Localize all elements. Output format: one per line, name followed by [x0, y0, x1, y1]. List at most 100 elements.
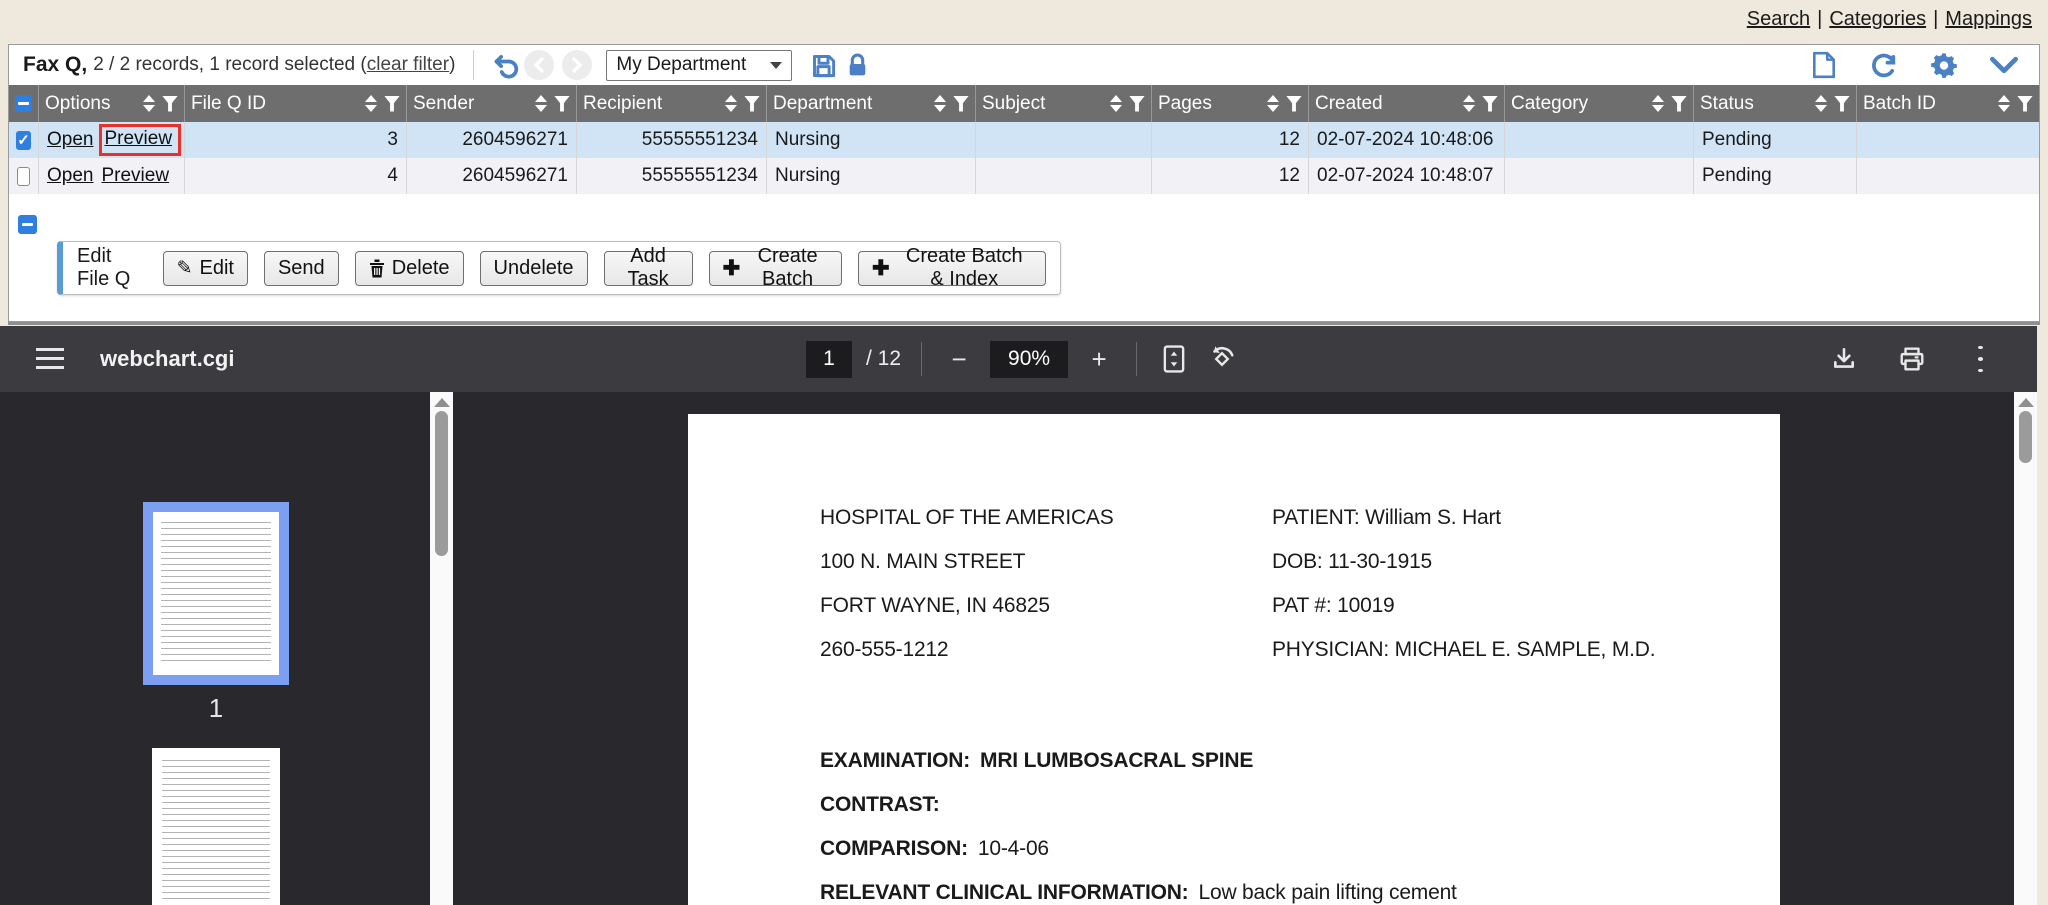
- page-thumbnail-1-selected[interactable]: [143, 502, 289, 685]
- scrollbar-thumb[interactable]: [435, 411, 448, 556]
- filter-funnel-icon[interactable]: [1671, 96, 1687, 112]
- send-button[interactable]: Send: [264, 251, 339, 286]
- filter-funnel-icon[interactable]: [554, 96, 570, 112]
- pdf-title: webchart.cgi: [100, 326, 234, 392]
- button-label: Delete: [392, 257, 450, 280]
- page-number-input[interactable]: 1: [806, 341, 852, 378]
- footer-select-all-checkbox[interactable]: [18, 215, 37, 234]
- column-header-pages[interactable]: Pages: [1152, 85, 1309, 122]
- row-checkbox[interactable]: ✓: [16, 131, 31, 150]
- preview-link[interactable]: Preview: [104, 128, 172, 149]
- sort-icon[interactable]: [365, 95, 377, 112]
- lock-icon[interactable]: [840, 48, 874, 82]
- sort-icon[interactable]: [1110, 95, 1122, 112]
- sender-value: 2604596271: [462, 165, 568, 187]
- pages-cell: 12: [1152, 122, 1309, 158]
- delete-button[interactable]: Delete: [355, 251, 464, 286]
- collapse-chevron-icon[interactable]: [1987, 48, 2021, 82]
- filter-funnel-icon[interactable]: [162, 96, 178, 112]
- column-label: Created: [1315, 93, 1459, 115]
- toolbar-right-icons: [1807, 45, 2021, 85]
- column-header-fileqid[interactable]: File Q ID: [185, 85, 407, 122]
- column-header-subject[interactable]: Subject: [976, 85, 1152, 122]
- prev-record-icon[interactable]: [524, 50, 554, 80]
- menu-icon[interactable]: [36, 348, 64, 369]
- clinical-info-label: RELEVANT CLINICAL INFORMATION:: [820, 881, 1188, 904]
- column-header-created[interactable]: Created: [1309, 85, 1505, 122]
- thumbnail-scrollbar[interactable]: [430, 392, 453, 905]
- sort-icon[interactable]: [1652, 95, 1664, 112]
- download-icon[interactable]: [1827, 342, 1861, 376]
- sort-icon[interactable]: [1815, 95, 1827, 112]
- print-icon[interactable]: [1895, 342, 1929, 376]
- sort-icon[interactable]: [1998, 95, 2010, 112]
- filter-funnel-icon[interactable]: [1834, 96, 1850, 112]
- rotate-icon[interactable]: [1205, 342, 1239, 376]
- table-row[interactable]: Open Preview 4 2604596271 55555551234 Nu…: [9, 158, 2039, 194]
- filter-funnel-icon[interactable]: [953, 96, 969, 112]
- filter-funnel-icon[interactable]: [1482, 96, 1498, 112]
- sort-icon[interactable]: [1267, 95, 1279, 112]
- column-header-recipient[interactable]: Recipient: [577, 85, 767, 122]
- select-all-checkbox[interactable]: [15, 95, 32, 112]
- zoom-out-button[interactable]: −: [942, 342, 976, 376]
- more-options-icon[interactable]: [1963, 342, 1997, 376]
- next-record-icon[interactable]: [562, 50, 592, 80]
- zoom-in-button[interactable]: +: [1082, 342, 1116, 376]
- new-document-icon[interactable]: [1807, 48, 1841, 82]
- row-checkbox[interactable]: [17, 167, 30, 186]
- save-filter-icon[interactable]: [806, 48, 840, 82]
- search-link[interactable]: Search: [1747, 8, 1810, 30]
- open-link[interactable]: Open: [47, 129, 93, 151]
- edit-button[interactable]: ✎ Edit: [163, 251, 248, 286]
- column-header-category[interactable]: Category: [1505, 85, 1694, 122]
- gear-icon[interactable]: [1927, 48, 1961, 82]
- create-batch-button[interactable]: ✚ Create Batch: [709, 251, 842, 286]
- zoom-level-input[interactable]: 90%: [990, 341, 1068, 378]
- undo-icon[interactable]: [490, 48, 524, 82]
- patient-number: PAT #: 10019: [1272, 594, 1395, 615]
- table-row[interactable]: ✓ Open Preview 3 2604596271 55555551234 …: [9, 122, 2039, 158]
- department-select[interactable]: My Department: [606, 50, 792, 81]
- scroll-up-arrow[interactable]: [2018, 398, 2034, 407]
- records-text-end: ): [449, 54, 455, 75]
- column-header-status[interactable]: Status: [1694, 85, 1857, 122]
- scroll-up-arrow[interactable]: [434, 398, 450, 407]
- fit-page-icon[interactable]: [1157, 342, 1191, 376]
- sort-icon[interactable]: [143, 95, 155, 112]
- filter-funnel-icon[interactable]: [1129, 96, 1145, 112]
- column-label: Pages: [1158, 93, 1263, 115]
- column-header-department[interactable]: Department: [767, 85, 976, 122]
- thumbnail-image: [153, 512, 279, 675]
- column-header-sender[interactable]: Sender: [407, 85, 577, 122]
- mappings-link[interactable]: Mappings: [1945, 8, 2032, 30]
- page-thumbnail-2[interactable]: [152, 748, 280, 905]
- add-task-button[interactable]: Add Task: [604, 251, 693, 286]
- scrollbar-thumb[interactable]: [2019, 411, 2032, 463]
- undelete-button[interactable]: Undelete: [480, 251, 588, 286]
- sort-icon[interactable]: [934, 95, 946, 112]
- refresh-icon[interactable]: [1867, 48, 1901, 82]
- open-link[interactable]: Open: [47, 165, 93, 187]
- created-value: 02-07-2024 10:48:07: [1317, 165, 1493, 187]
- categories-link[interactable]: Categories: [1829, 8, 1926, 30]
- create-batch-index-button[interactable]: ✚ Create Batch & Index: [858, 251, 1046, 286]
- column-header-batchid[interactable]: Batch ID: [1857, 85, 2039, 122]
- document-scrollbar[interactable]: [2014, 392, 2037, 905]
- column-header-options[interactable]: Options: [39, 85, 185, 122]
- filter-funnel-icon[interactable]: [2017, 96, 2033, 112]
- sort-icon[interactable]: [1463, 95, 1475, 112]
- fileqid-value: 3: [387, 129, 398, 151]
- comparison-label: COMPARISON:: [820, 837, 968, 860]
- sort-icon[interactable]: [535, 95, 547, 112]
- examination-label: EXAMINATION:: [820, 749, 970, 772]
- plus-icon: ✚: [723, 258, 741, 279]
- clear-filter-link[interactable]: clear filter: [367, 54, 449, 75]
- sort-icon[interactable]: [725, 95, 737, 112]
- toolbar-divider: [1136, 342, 1137, 376]
- preview-link[interactable]: Preview: [101, 165, 169, 187]
- filter-funnel-icon[interactable]: [1286, 96, 1302, 112]
- filter-funnel-icon[interactable]: [384, 96, 400, 112]
- filter-funnel-icon[interactable]: [744, 96, 760, 112]
- column-label: Status: [1700, 93, 1811, 115]
